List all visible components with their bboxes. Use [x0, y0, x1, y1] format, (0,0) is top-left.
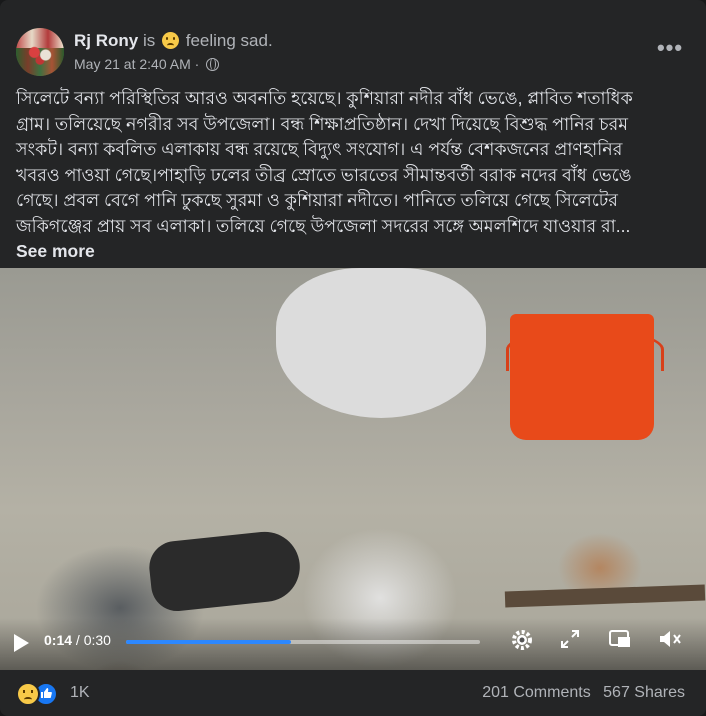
video-player[interactable]: 0:14 / 0:30	[0, 268, 706, 670]
video-frame-bucket	[510, 314, 654, 440]
feeling-text: feeling sad.	[185, 31, 273, 50]
reaction-count[interactable]: 1K	[70, 684, 90, 702]
current-time: 0:14	[44, 632, 73, 648]
more-options-button[interactable]: •••	[652, 37, 688, 62]
sad-emoji-icon	[161, 32, 179, 49]
duration: 0:30	[83, 632, 111, 648]
avatar[interactable]	[16, 28, 64, 76]
globe-icon	[206, 58, 220, 71]
author-line: Rj Rony is feeling sad.	[74, 30, 273, 52]
post-stats: 201 Comments 567 Shares	[482, 684, 685, 702]
gear-icon[interactable]	[508, 628, 536, 656]
post-header: Rj Rony is feeling sad. May 21 at 2:40 A…	[16, 28, 690, 78]
progress-bar[interactable]	[126, 640, 480, 644]
post-card: Rj Rony is feeling sad. May 21 at 2:40 A…	[0, 0, 706, 716]
post-date-line: May 21 at 2:40 AM ·	[74, 56, 220, 72]
post-body: সিলেটে বন্যা পরিস্থিতির আরও অবনতি হয়েছে…	[16, 88, 633, 236]
author-name[interactable]: Rj Rony	[74, 31, 138, 50]
time-separator: /	[72, 632, 84, 648]
sad-reaction-icon[interactable]	[16, 682, 40, 706]
video-frame-sack	[276, 268, 486, 418]
progress-fill	[126, 640, 292, 644]
picture-in-picture-icon[interactable]	[606, 628, 634, 656]
play-icon[interactable]	[14, 634, 29, 652]
shares-count[interactable]: 567 Shares	[603, 684, 685, 701]
see-more-link[interactable]: See more	[16, 241, 95, 261]
video-time: 0:14 / 0:30	[44, 632, 111, 648]
post-date[interactable]: May 21 at 2:40 AM	[74, 56, 191, 72]
volume-muted-icon[interactable]	[656, 628, 684, 656]
date-separator: ·	[194, 56, 200, 72]
video-controls: 0:14 / 0:30	[0, 618, 706, 670]
post-footer: 1K 201 Comments 567 Shares	[0, 670, 706, 716]
is-text: is	[142, 31, 156, 50]
expand-icon[interactable]	[556, 628, 584, 656]
video-frame-stick	[504, 584, 706, 608]
comments-count[interactable]: 201 Comments	[482, 684, 591, 701]
post-text: সিলেটে বন্যা পরিস্থিতির আরও অবনতি হয়েছে…	[16, 86, 656, 265]
video-frame-pot	[146, 528, 304, 614]
